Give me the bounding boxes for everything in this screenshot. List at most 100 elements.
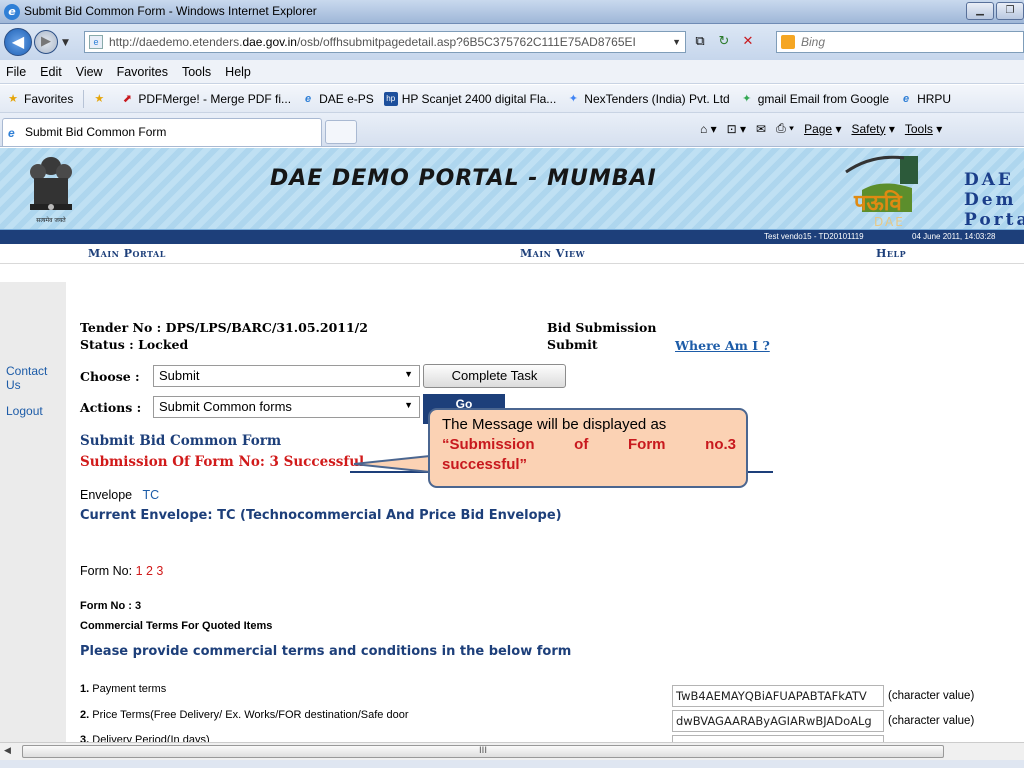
session-datetime: 04 June 2011, 14:03:28 xyxy=(912,232,996,241)
favorites-label: Favorites xyxy=(24,91,74,106)
envelope-value: TC xyxy=(142,488,160,502)
payment-terms-field[interactable]: TwB4AEMAYQBiAFUAPABTAFkATV xyxy=(672,685,884,707)
annotation-callout: The Message will be displayed as “Submis… xyxy=(428,408,748,488)
dae-logo-icon: पऊवि DAE xyxy=(845,155,918,229)
complete-task-button[interactable]: Complete Task xyxy=(423,364,566,388)
menu-file[interactable]: File xyxy=(6,65,26,79)
search-placeholder: Bing xyxy=(801,35,826,49)
mail-icon[interactable]: ✉ xyxy=(756,122,766,136)
national-emblem-icon: सत्यमेव जयते xyxy=(30,157,72,224)
price-terms-field[interactable]: dwBVAGAARAByAGIARwBJADoALg xyxy=(672,710,884,732)
favorite-label: gmail Email from Google xyxy=(757,91,890,106)
menu-favorites[interactable]: Favorites xyxy=(117,65,168,79)
search-input[interactable]: Bing xyxy=(776,31,1024,53)
form-heading: Submit Bid Common Form xyxy=(80,433,282,449)
menu-tools[interactable]: Tools xyxy=(182,65,211,79)
feeds-icon[interactable]: ⊡ ▾ xyxy=(727,122,746,136)
url-input[interactable]: e http://daedemo.etenders.dae.gov.in/osb… xyxy=(84,31,686,53)
envelope-label: Envelope xyxy=(80,488,133,502)
actions-select-value: Submit Common forms xyxy=(159,399,292,414)
ie-icon: e xyxy=(4,4,20,20)
dae-logo-text: DAE Dem Porta xyxy=(964,170,1024,230)
menu-edit[interactable]: Edit xyxy=(40,65,62,79)
compatibility-icon[interactable]: ⧉ xyxy=(690,32,710,52)
delivery-period-field[interactable] xyxy=(672,735,884,742)
bid-submission-label: Bid Submission xyxy=(547,320,657,335)
choose-select[interactable]: Submit ▼ xyxy=(153,365,420,387)
left-sidebar: Contact Us Logout xyxy=(0,282,66,742)
forward-button[interactable]: ▶ xyxy=(34,30,58,54)
form-title: Commercial Terms For Quoted Items xyxy=(80,620,273,632)
favorite-link-nextenders[interactable]: ✦ NexTenders (India) Pvt. Ltd xyxy=(566,91,730,106)
favorite-link-gmail[interactable]: ✦ gmail Email from Google xyxy=(740,92,889,106)
scroll-left-icon[interactable]: ◀ xyxy=(4,746,11,756)
history-dropdown[interactable]: ▼ xyxy=(62,38,69,48)
favorites-button[interactable]: ★ Favorites xyxy=(6,92,73,106)
tools-menu[interactable]: Tools ▾ xyxy=(905,122,942,136)
dae-logo-line: DAE xyxy=(964,170,1014,190)
success-message: Submission Of Form No: 3 Successful xyxy=(80,454,365,470)
command-bar: ⌂ ▾ ⊡ ▾ ✉ ⎙ ▾ Page ▾ Safety ▾ Tools ▾ xyxy=(700,121,942,136)
form-no-label: Form No: xyxy=(80,564,133,578)
form-no-3-label: Form No : 3 xyxy=(80,600,142,612)
field-label: Price Terms(Free Delivery/ Ex. Works/FOR… xyxy=(92,709,409,721)
field-hint: (character value) xyxy=(888,690,975,702)
tab-submit-bid-common-form[interactable]: e Submit Bid Common Form xyxy=(2,118,322,146)
callout-line: The Message will be displayed as xyxy=(442,416,667,433)
safety-menu[interactable]: Safety ▾ xyxy=(851,122,894,136)
page-icon: e xyxy=(89,35,103,49)
url-dropdown-icon[interactable]: ▼ xyxy=(672,32,681,52)
new-tab-button[interactable] xyxy=(325,120,357,144)
portal-title: DAE DEMO PORTAL - MUMBAI xyxy=(270,166,657,191)
horizontal-scrollbar[interactable]: ◀ III xyxy=(0,742,1024,760)
maximize-button[interactable]: ❐ xyxy=(996,2,1024,20)
menu-view[interactable]: View xyxy=(76,65,103,79)
page-menu[interactable]: Page ▾ xyxy=(804,122,841,136)
menu-help[interactable]: Help xyxy=(225,65,251,79)
address-bar: ◀ ▶ ▼ e http://daedemo.etenders.dae.gov.… xyxy=(0,24,1024,60)
minimize-button[interactable]: ▁ xyxy=(966,2,994,20)
favorites-bar: ★ Favorites ★ ⬈ PDFMerge! - Merge PDF fi… xyxy=(0,85,1024,113)
print-icon[interactable]: ⎙ ▾ xyxy=(776,121,794,136)
choose-label: Choose : xyxy=(80,369,140,384)
ie-page-icon: e xyxy=(305,92,312,105)
sidebar-contact-us[interactable]: Contact Us xyxy=(6,364,56,392)
safety-menu-label: Safety xyxy=(851,121,886,136)
favorite-link-dae-eps[interactable]: e DAE e-PS xyxy=(301,92,374,106)
field-hint: (character value) xyxy=(888,715,975,727)
favbar-separator xyxy=(83,89,85,108)
status-bar xyxy=(0,760,1024,768)
bing-icon xyxy=(781,35,795,49)
ie-page-icon: e xyxy=(903,92,910,105)
actions-select[interactable]: Submit Common forms ▼ xyxy=(153,396,420,418)
favorite-link-hp-scanjet[interactable]: hp HP Scanjet 2400 digital Fla... xyxy=(383,91,557,106)
favorite-label: NexTenders (India) Pvt. Ltd xyxy=(584,91,730,106)
add-favorite-button[interactable]: ★ xyxy=(92,92,110,106)
form-number-links[interactable]: 1 2 3 xyxy=(136,564,164,578)
window-title: Submit Bid Common Form - Windows Interne… xyxy=(24,4,317,18)
tender-status: Status : Locked xyxy=(80,337,189,352)
callout-pointer xyxy=(353,455,431,473)
refresh-icon[interactable]: ↻ xyxy=(714,32,734,52)
tab-bar: e Submit Bid Common Form ⌂ ▾ ⊡ ▾ ✉ ⎙ ▾ P… xyxy=(0,113,1024,147)
sidebar-logout[interactable]: Logout xyxy=(6,404,43,418)
pdf-icon: ⬈ xyxy=(122,92,132,105)
session-status-strip: Test vendo15 - TD20101119 04 June 2011, … xyxy=(0,230,1024,244)
form-number-row: Form No: 1 2 3 xyxy=(80,564,163,578)
svg-text:सत्यमेव जयते: सत्यमेव जयते xyxy=(36,216,66,224)
where-am-i-link[interactable]: Where Am I ? xyxy=(675,338,770,353)
home-icon[interactable]: ⌂ ▾ xyxy=(700,122,717,136)
portal-nav: Main Portal Main View Help xyxy=(0,244,1024,264)
favorite-link-pdfmerge[interactable]: ⬈ PDFMerge! - Merge PDF fi... xyxy=(120,92,291,106)
session-user: Test vendo15 - TD20101119 xyxy=(764,232,864,241)
chevron-down-icon: ▼ xyxy=(404,400,413,410)
callout-line: “Submission of Form no.3 xyxy=(442,436,736,453)
nav-help[interactable]: Help xyxy=(876,247,906,260)
stop-icon[interactable]: ✕ xyxy=(738,32,758,52)
scrollbar-thumb[interactable]: III xyxy=(22,745,944,758)
favorite-link-hrpu[interactable]: e HRPU xyxy=(899,92,951,106)
nav-main-portal[interactable]: Main Portal xyxy=(88,247,166,260)
nav-main-view[interactable]: Main View xyxy=(520,247,585,260)
back-button[interactable]: ◀ xyxy=(4,28,32,56)
favorite-label: HP Scanjet 2400 digital Fla... xyxy=(401,91,557,106)
